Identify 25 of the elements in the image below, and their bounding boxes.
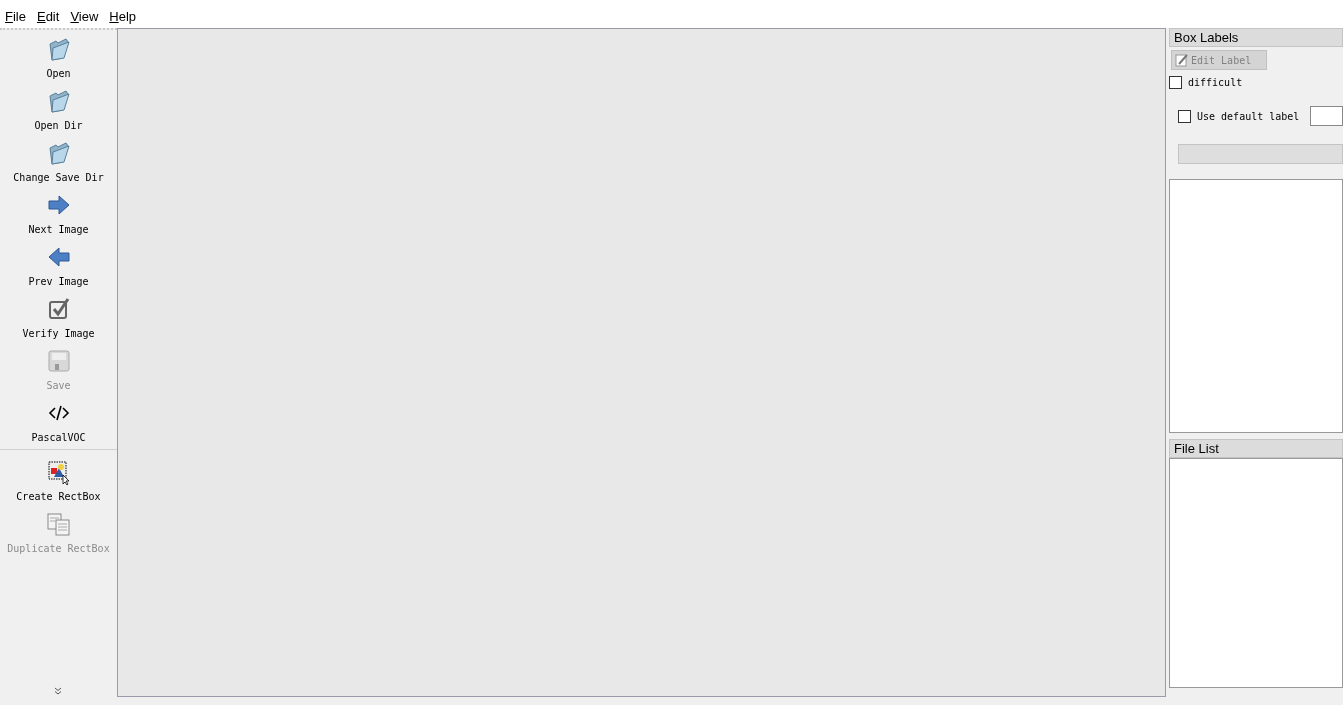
checkbox[interactable] <box>1178 109 1191 123</box>
menu-item[interactable]: View <box>67 4 107 24</box>
rectangle-select-icon <box>45 459 72 485</box>
pencil-icon <box>1175 53 1189 67</box>
chevron-down-icon[interactable] <box>54 687 62 695</box>
toolbar-button[interactable]: Open <box>0 30 117 82</box>
toolbar-button[interactable]: Prev Image <box>0 238 117 290</box>
toolbar-button[interactable]: Create RectBox <box>0 453 117 505</box>
checkbox-label: difficult <box>1188 77 1243 88</box>
default-label-field[interactable] <box>1310 106 1343 126</box>
toolbar-button[interactable]: Open Dir <box>0 82 117 134</box>
file-list[interactable] <box>1169 458 1343 688</box>
toolbar-button[interactable]: PascalVOC <box>0 394 117 446</box>
menu-item[interactable]: Help <box>106 4 145 24</box>
menu-item[interactable]: Edit <box>33 4 68 24</box>
toolbar-button[interactable]: Change Save Dir <box>0 134 117 186</box>
copy-icon <box>45 511 72 537</box>
checkbox-label: Use default label <box>1197 110 1300 122</box>
menu-item[interactable]: File <box>2 4 34 24</box>
dock-title: Box Labels <box>1169 28 1343 47</box>
checkbox[interactable] <box>1169 76 1182 89</box>
toolbar-button[interactable]: Verify Image <box>0 290 117 342</box>
arrow-right-icon <box>45 192 72 218</box>
toolbar-button[interactable]: Next Image <box>0 186 117 238</box>
dock-title: File List <box>1169 439 1343 458</box>
